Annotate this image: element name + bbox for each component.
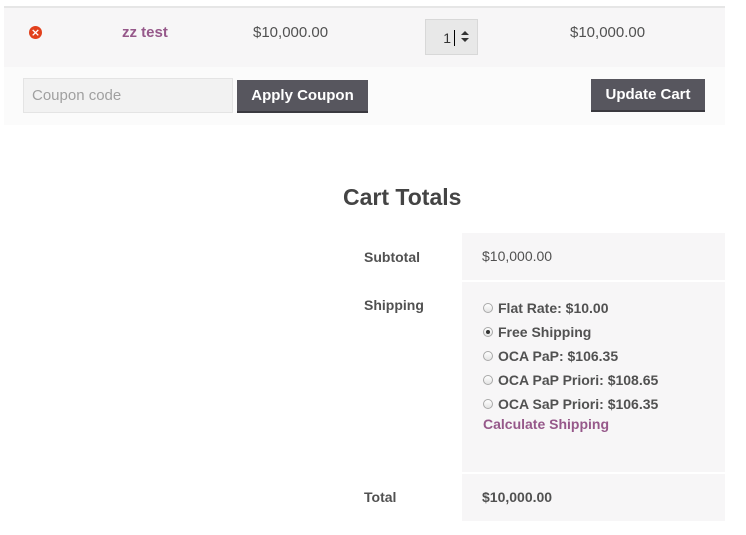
quantity-value: 1	[443, 30, 451, 46]
product-price: $10,000.00	[253, 24, 329, 41]
shipping-option[interactable]: OCA SaP Priori: $106.35	[483, 392, 658, 416]
shipping-label: Shipping	[364, 297, 424, 313]
quantity-stepper[interactable]: 1	[425, 19, 478, 55]
total-label: Total	[364, 489, 397, 505]
chevron-up-icon[interactable]	[461, 31, 469, 35]
subtotal-label: Subtotal	[364, 249, 420, 265]
chevron-down-icon[interactable]	[461, 38, 469, 42]
spinner-arrows-icon[interactable]	[460, 31, 470, 45]
shipping-option[interactable]: Flat Rate: $10.00	[483, 296, 658, 320]
shipping-option-label: OCA PaP: $106.35	[498, 348, 619, 364]
cart-actions-row: Apply Coupon Update Cart	[4, 67, 725, 125]
shipping-radio[interactable]	[483, 399, 493, 409]
shipping-options-list: Flat Rate: $10.00 Free Shipping OCA PaP: $…	[483, 296, 658, 416]
total-cell: $10,000.00	[462, 474, 725, 521]
shipping-option-label: Free Shipping	[498, 324, 592, 340]
text-caret	[454, 30, 455, 46]
subtotal-cell: $10,000.00	[462, 233, 725, 280]
calculate-shipping-link[interactable]: Calculate Shipping	[483, 416, 609, 432]
total-value: $10,000.00	[482, 489, 553, 505]
shipping-option[interactable]: OCA PaP: $106.35	[483, 344, 658, 368]
shipping-option-label: Flat Rate: $10.00	[498, 300, 609, 316]
shipping-cell: Flat Rate: $10.00 Free Shipping OCA PaP: $…	[462, 282, 725, 472]
close-circle-icon[interactable]: ×	[29, 26, 42, 39]
line-total: $10,000.00	[570, 24, 646, 41]
shipping-radio[interactable]	[483, 351, 493, 361]
shipping-radio[interactable]	[483, 303, 493, 313]
shipping-radio[interactable]	[483, 327, 493, 337]
apply-coupon-button[interactable]: Apply Coupon	[237, 80, 368, 113]
shipping-option[interactable]: OCA PaP Priori: $108.65	[483, 368, 658, 392]
cart-item-row: × zz test $10,000.00 1 $10,000.00	[4, 6, 725, 67]
update-cart-button[interactable]: Update Cart	[591, 79, 705, 112]
cart-totals-title: Cart Totals	[343, 184, 462, 210]
shipping-radio[interactable]	[483, 375, 493, 385]
product-name-link[interactable]: zz test	[122, 24, 168, 41]
shipping-option-label: OCA PaP Priori: $108.65	[498, 372, 659, 388]
coupon-code-input[interactable]	[23, 78, 233, 113]
subtotal-value: $10,000.00	[482, 248, 553, 264]
shipping-option[interactable]: Free Shipping	[483, 320, 658, 344]
cart-page: × zz test $10,000.00 1 $10,000.00 Apply …	[0, 0, 746, 535]
shipping-option-label: OCA SaP Priori: $106.35	[498, 396, 659, 412]
